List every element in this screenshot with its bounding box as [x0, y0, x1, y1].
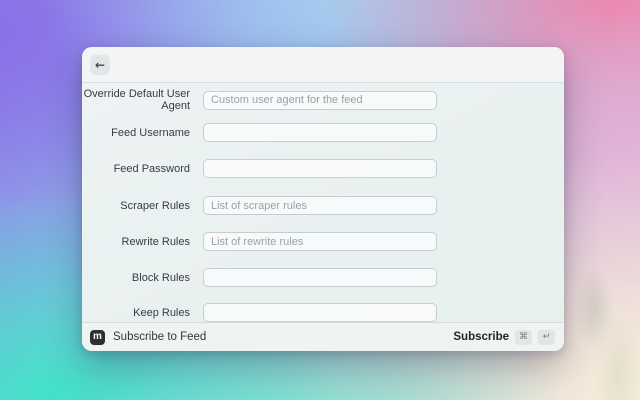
desktop-background: ← Override Default User Agent Feed Usern… — [0, 0, 640, 400]
dialog-form: Override Default User Agent Feed Usernam… — [82, 84, 564, 322]
rewrite-rules-input[interactable] — [203, 232, 437, 251]
app-logo-letter: m — [93, 331, 102, 342]
keep-rules-input[interactable] — [203, 303, 437, 322]
field-row-keep-rules: Keep Rules — [82, 303, 564, 322]
field-label: Rewrite Rules — [121, 235, 190, 248]
feed-password-input[interactable] — [203, 159, 437, 178]
return-key-icon: ↵ — [538, 329, 555, 345]
back-arrow-icon: ← — [94, 58, 106, 72]
field-row-scraper-rules: Scraper Rules — [82, 196, 564, 215]
field-label: Override Default User Agent — [83, 88, 190, 112]
field-label: Keep Rules — [133, 306, 190, 319]
dialog-footer: m Subscribe to Feed Subscribe ⌘ ↵ — [82, 322, 564, 351]
field-row-rewrite-rules: Rewrite Rules — [82, 232, 564, 251]
override-user-agent-input[interactable] — [203, 90, 437, 110]
field-row-feed-password: Feed Password — [82, 159, 564, 178]
app-logo: m — [90, 329, 105, 345]
field-label: Block Rules — [131, 271, 190, 284]
subscribe-button[interactable]: Subscribe ⌘ ↵ — [453, 329, 555, 345]
block-rules-input[interactable] — [203, 268, 437, 287]
field-row-feed-username: Feed Username — [82, 123, 564, 142]
dialog-header: ← — [82, 47, 564, 83]
subscribe-dialog-window: ← Override Default User Agent Feed Usern… — [82, 47, 564, 351]
field-row-override-user-agent: Override Default User Agent — [82, 88, 564, 112]
command-key-icon: ⌘ — [515, 329, 532, 345]
field-label: Feed Username — [111, 126, 190, 139]
field-label: Feed Password — [113, 162, 190, 175]
dialog-title: Subscribe to Feed — [113, 331, 207, 343]
subscribe-button-label: Subscribe — [453, 331, 509, 343]
feed-username-input[interactable] — [203, 123, 437, 142]
field-label: Scraper Rules — [120, 199, 190, 212]
back-button[interactable]: ← — [90, 55, 110, 75]
scraper-rules-input[interactable] — [203, 196, 437, 215]
field-row-block-rules: Block Rules — [82, 268, 564, 287]
